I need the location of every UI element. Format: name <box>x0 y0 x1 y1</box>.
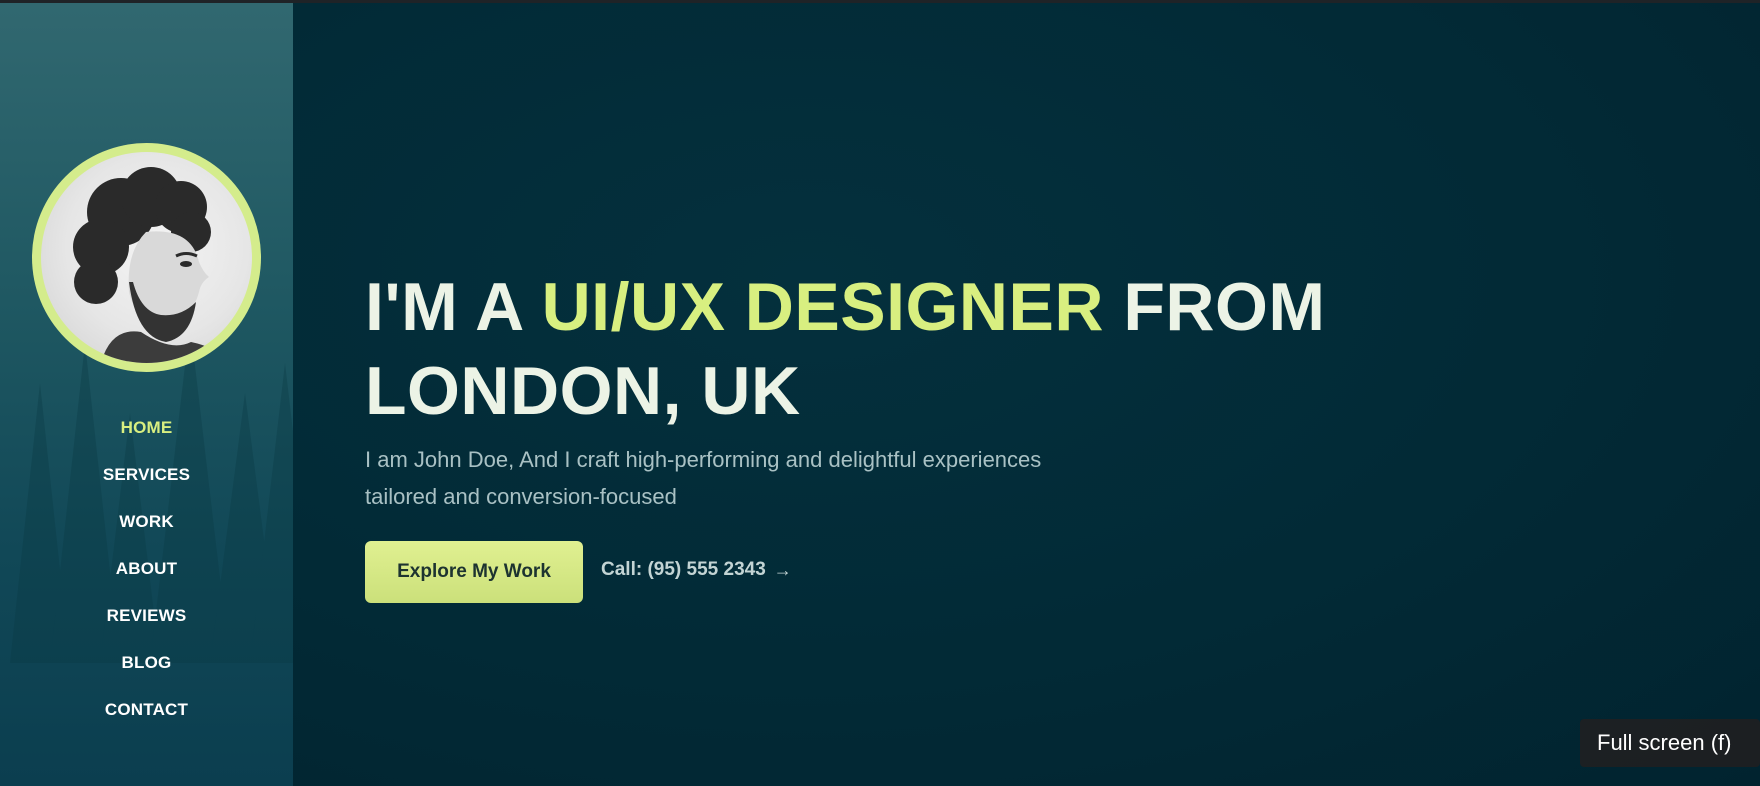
call-label: Call: (95) 555 2343 <box>601 559 766 580</box>
arrow-right-icon: → <box>773 559 792 580</box>
headline-prefix: I'M A <box>365 269 542 345</box>
avatar <box>41 152 252 363</box>
headline-line2: LONDON, UK <box>365 353 801 429</box>
hero-headline: I'M A UI/UX DESIGNER FROM LONDON, UK <box>365 265 1326 433</box>
headline-accent: UI/UX DESIGNER <box>541 269 1104 345</box>
nav-item-home[interactable]: HOME <box>0 404 293 451</box>
explore-work-button[interactable]: Explore My Work <box>365 541 583 603</box>
call-link[interactable]: Call: (95) 555 2343 → <box>601 559 792 581</box>
hero-subtitle: I am John Doe, And I craft high-performi… <box>365 441 1165 515</box>
hero-section: I'M A UI/UX DESIGNER FROM LONDON, UK I am… <box>293 3 1760 786</box>
sidebar: HOME SERVICES WORK ABOUT REVIEWS BLOG CO… <box>0 3 293 786</box>
nav-item-services[interactable]: SERVICES <box>0 451 293 498</box>
nav-item-reviews[interactable]: REVIEWS <box>0 592 293 639</box>
headline-suffix: FROM <box>1103 269 1326 345</box>
nav-item-contact[interactable]: CONTACT <box>0 686 293 733</box>
page-frame: HOME SERVICES WORK ABOUT REVIEWS BLOG CO… <box>0 3 1760 786</box>
fullscreen-tooltip: Full screen (f) <box>1580 719 1760 767</box>
sidebar-nav: HOME SERVICES WORK ABOUT REVIEWS BLOG CO… <box>0 404 293 733</box>
avatar-ring <box>32 143 261 372</box>
subtitle-line1: I am John Doe, And I craft high-performi… <box>365 447 1042 472</box>
nav-item-work[interactable]: WORK <box>0 498 293 545</box>
avatar-portrait-icon <box>73 167 231 363</box>
nav-item-about[interactable]: ABOUT <box>0 545 293 592</box>
subtitle-line2: tailored and conversion-focused <box>365 484 677 509</box>
nav-item-blog[interactable]: BLOG <box>0 639 293 686</box>
